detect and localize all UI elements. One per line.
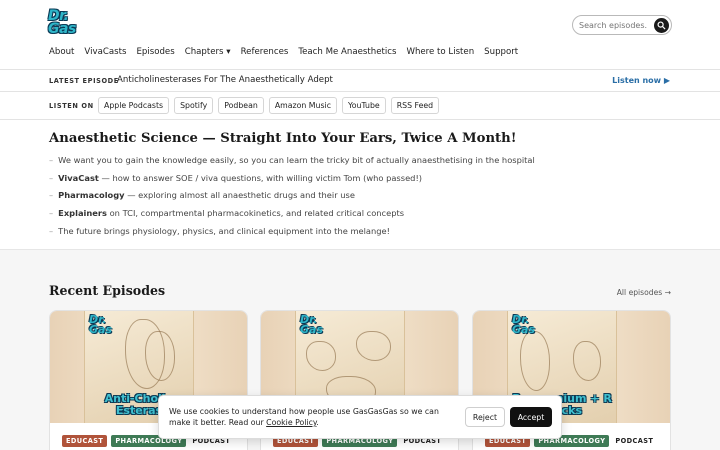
hero-bullet-list: – We want you to gain the knowledge easil…	[49, 155, 535, 243]
listen-on-bar: LISTEN ON Apple Podcasts Spotify Podbean…	[0, 93, 720, 120]
nav-episodes[interactable]: Episodes	[136, 47, 174, 57]
artwork-logo: Dr. Gas	[300, 313, 323, 336]
cookie-message: We use cookies to understand how people …	[169, 406, 459, 428]
hero-title: Anaesthetic Science — Straight Into Your…	[49, 131, 517, 146]
site-logo[interactable]: Dr. Gas	[48, 9, 86, 40]
nav-about[interactable]: About	[49, 47, 74, 57]
tag-podcast[interactable]: PODCAST	[613, 435, 657, 447]
latest-episode-label: LATEST EPISODE	[49, 77, 119, 85]
search-icon	[657, 21, 666, 30]
bullet-text: We want you to gain the knowledge easily…	[58, 155, 535, 165]
nav-support[interactable]: Support	[484, 47, 518, 57]
nav-vivacasts[interactable]: VivaCasts	[84, 47, 126, 57]
bullet-text: — exploring almost all anaesthetic drugs…	[124, 190, 355, 201]
bullet-text: on TCI, compartmental pharmacokinetics, …	[106, 208, 405, 219]
bullet-bold: Pharmacology	[58, 190, 125, 201]
dash-icon: –	[49, 225, 54, 236]
listen-now-link[interactable]: Listen now ▶	[612, 76, 670, 85]
cookie-text-end: .	[316, 418, 319, 427]
platform-youtube[interactable]: YouTube	[342, 97, 386, 114]
artwork-logo: Dr. Gas	[512, 313, 535, 336]
site-header: Dr. Gas About VivaCasts Episodes Chapter…	[0, 0, 720, 70]
bullet-text: — how to answer SOE / viva questions, wi…	[98, 172, 423, 183]
nav-teach-me[interactable]: Teach Me Anaesthetics	[298, 47, 396, 57]
nav-references[interactable]: References	[241, 47, 289, 57]
molecule-sketch-icon	[356, 331, 391, 361]
latest-episode-title[interactable]: Anticholinesterases For The Anaesthetica…	[117, 75, 333, 85]
muscle-sketch-icon	[145, 331, 175, 381]
receptor-sketch-icon	[573, 341, 601, 381]
synapse-sketch-icon	[306, 341, 336, 371]
platform-amazon-music[interactable]: Amazon Music	[268, 97, 337, 114]
tag-educast[interactable]: EDUCAST	[62, 435, 108, 447]
logo-line2: Gas	[48, 21, 76, 37]
dash-icon: –	[49, 190, 54, 201]
platform-apple-podcasts[interactable]: Apple Podcasts	[98, 97, 170, 114]
listen-on-label: LISTEN ON	[49, 102, 94, 110]
dash-icon: –	[49, 172, 54, 183]
recent-episodes-title: Recent Episodes	[49, 283, 166, 298]
hero-bullet: – The future brings physiology, physics, …	[49, 226, 535, 244]
platform-podbean[interactable]: Podbean	[218, 97, 264, 114]
bullet-text: The future brings physiology, physics, a…	[58, 225, 390, 236]
platform-rss-feed[interactable]: RSS Feed	[390, 97, 440, 114]
reject-cookies-button[interactable]: Reject	[465, 407, 505, 427]
search-input[interactable]	[579, 18, 649, 33]
search-button[interactable]	[654, 18, 669, 33]
bullet-bold: Explainers	[58, 208, 107, 219]
dash-icon: –	[49, 155, 54, 165]
dash-icon: –	[49, 208, 54, 219]
cookie-banner: We use cookies to understand how people …	[158, 395, 562, 439]
arm-sketch-icon	[520, 331, 550, 391]
hero-bullet: – VivaCast — how to answer SOE / viva que…	[49, 173, 535, 191]
latest-episode-bar: LATEST EPISODE Anticholinesterases For T…	[0, 71, 720, 92]
main-nav: About VivaCasts Episodes Chapters ▾ Refe…	[49, 47, 528, 57]
all-episodes-link[interactable]: All episodes →	[617, 288, 671, 297]
platform-spotify[interactable]: Spotify	[174, 97, 214, 114]
bullet-bold: VivaCast	[58, 172, 99, 183]
hero-bullet: – Explainers on TCI, compartmental pharma…	[49, 208, 535, 226]
hero-bullet: – Pharmacology — exploring almost all ana…	[49, 190, 535, 208]
search-box	[572, 15, 672, 35]
accept-cookies-button[interactable]: Accept	[510, 407, 552, 427]
nav-where-to-listen[interactable]: Where to Listen	[406, 47, 474, 57]
artwork-logo: Dr. Gas	[89, 313, 112, 336]
nav-chapters-dropdown[interactable]: Chapters ▾	[185, 47, 231, 57]
platform-chips: Apple Podcasts Spotify Podbean Amazon Mu…	[98, 97, 440, 114]
cookie-policy-link[interactable]: Cookie Policy	[266, 418, 316, 427]
hero-bullet: – We want you to gain the knowledge easil…	[49, 155, 535, 173]
